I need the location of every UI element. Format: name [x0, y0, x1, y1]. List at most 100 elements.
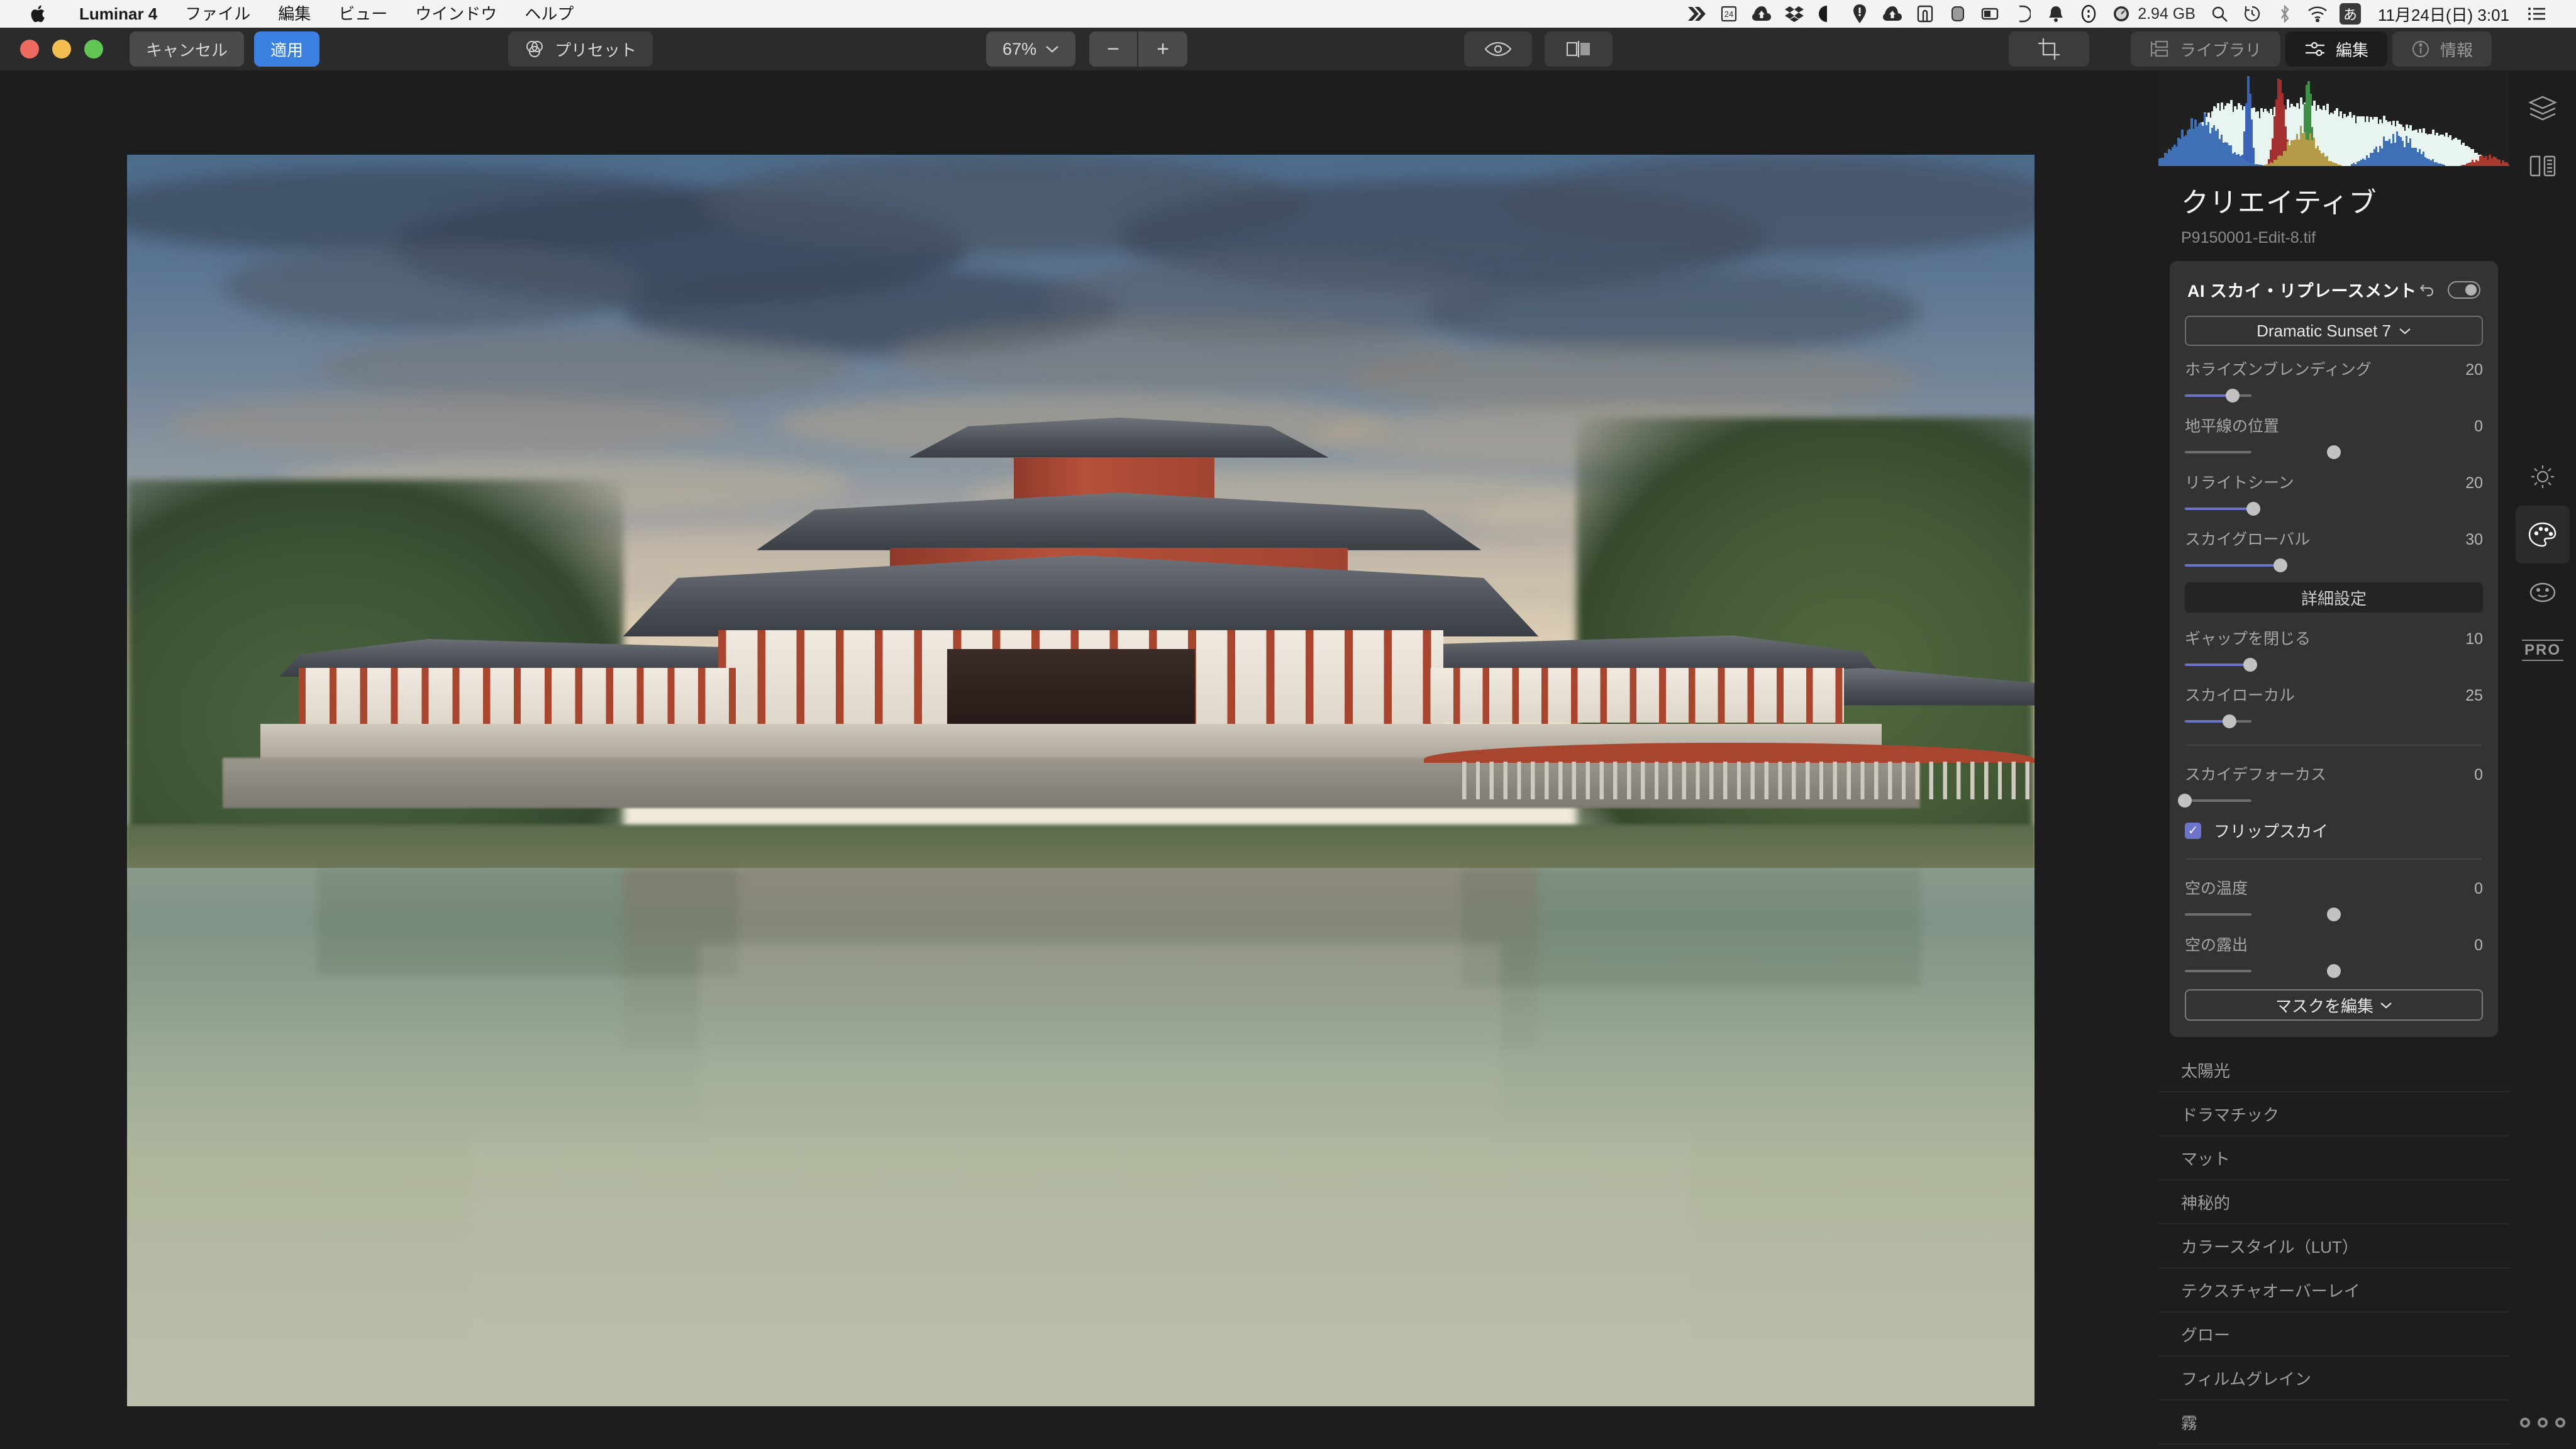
maximize-window-button[interactable]: [84, 40, 103, 58]
tab-library[interactable]: ライブラリ: [2130, 31, 2280, 67]
menu-item-view[interactable]: ビュー: [325, 0, 401, 28]
filter-item-0[interactable]: 太陽光: [2158, 1048, 2509, 1092]
slider-focus-0[interactable]: スカイデフォーカス 0: [2178, 751, 2483, 808]
pro-icon[interactable]: PRO: [2509, 621, 2576, 679]
slider-knob[interactable]: [2246, 502, 2261, 516]
slider-track[interactable]: [2185, 389, 2483, 402]
filter-item-6[interactable]: グロー: [2158, 1313, 2509, 1357]
bluetooth-icon[interactable]: [2268, 0, 2301, 28]
presets-button[interactable]: プリセット: [508, 31, 653, 67]
menu-item-window[interactable]: ウインドウ: [401, 0, 511, 28]
sky-preset-dropdown[interactable]: Dramatic Sunset 7: [2185, 316, 2483, 346]
crop-button[interactable]: [2009, 31, 2090, 67]
menu-item-file[interactable]: ファイル: [171, 0, 264, 28]
tab-info[interactable]: 情報: [2392, 31, 2492, 67]
toggle-on-icon[interactable]: [2448, 280, 2480, 299]
slider-mid-0[interactable]: ギャップを閉じる 10: [2185, 615, 2483, 672]
bell-icon[interactable]: [2040, 0, 2072, 28]
compare-split-icon[interactable]: [2509, 137, 2576, 195]
chevron-down-icon: [2380, 1001, 2392, 1009]
slider-track[interactable]: [2185, 908, 2483, 921]
menu-bar-clock[interactable]: 11月24日(日) 3:01: [2367, 3, 2521, 26]
slider-top-1[interactable]: 地平線の位置 0: [2185, 402, 2483, 459]
cloud-upload-2-icon[interactable]: [1876, 0, 1909, 28]
slider-bottom-0[interactable]: 空の温度 0: [2185, 865, 2483, 921]
moon-icon[interactable]: [2007, 0, 2040, 28]
slider-track[interactable]: [2178, 794, 2483, 808]
checkbox-checked-icon[interactable]: ✓: [2185, 822, 2201, 839]
compare-button[interactable]: [1545, 31, 1613, 67]
slider-mid-1[interactable]: スカイローカル 25: [2185, 672, 2483, 728]
zoom-out-button[interactable]: −: [1089, 31, 1139, 67]
filter-item-2[interactable]: マット: [2158, 1136, 2509, 1180]
preview-toggle-button[interactable]: [1464, 31, 1533, 67]
flip-sky-checkbox-row[interactable]: ✓ フリップスカイ: [2185, 808, 2483, 842]
control-center-icon[interactable]: [2521, 0, 2553, 28]
dropbox-icon[interactable]: [1778, 0, 1811, 28]
photo-canvas[interactable]: [0, 70, 2158, 1449]
minimize-window-button[interactable]: [52, 40, 71, 58]
slider-track[interactable]: [2185, 658, 2483, 672]
sky-sliders-top: ホライズンブレンディング 20 地平線の位置 0 リライトシーン 20 スカイグローバル 30: [2185, 346, 2483, 572]
calendar-24-icon[interactable]: 24: [1713, 0, 1745, 28]
slider-bottom-1[interactable]: 空の露出 0: [2185, 921, 2483, 978]
undo-icon[interactable]: [2418, 281, 2435, 299]
zoom-level-dropdown[interactable]: 67%: [986, 31, 1076, 67]
cloud-upload-icon[interactable]: [1745, 0, 1778, 28]
zoom-in-button[interactable]: +: [1138, 31, 1187, 67]
slider-knob[interactable]: [2327, 964, 2341, 978]
cancel-button[interactable]: キャンセル: [130, 31, 245, 67]
menu-item-app[interactable]: Luminar 4: [65, 0, 171, 28]
slider-track[interactable]: [2185, 445, 2483, 459]
slider-track[interactable]: [2185, 502, 2483, 516]
filter-item-7[interactable]: フィルムグレイン: [2158, 1357, 2509, 1401]
chevrons-right-icon[interactable]: [1680, 0, 1713, 28]
edit-mask-button[interactable]: マスクを編集: [2185, 989, 2483, 1021]
apply-button[interactable]: 適用: [254, 31, 320, 67]
battery-icon[interactable]: [1974, 0, 2007, 28]
filter-item-3[interactable]: 神秘的: [2158, 1180, 2509, 1224]
slider-top-3[interactable]: スカイグローバル 30: [2185, 516, 2483, 572]
time-machine-icon[interactable]: [2236, 0, 2268, 28]
more-options-icon[interactable]: [2509, 1418, 2576, 1428]
slider-knob[interactable]: [2327, 445, 2341, 459]
layers-icon[interactable]: [2509, 79, 2576, 137]
slider-knob[interactable]: [2223, 714, 2237, 728]
close-window-button[interactable]: [20, 40, 39, 58]
essentials-sun-icon[interactable]: [2509, 448, 2576, 506]
slider-track[interactable]: [2185, 714, 2483, 728]
slider-knob[interactable]: [2178, 794, 2192, 808]
tab-edit[interactable]: 編集: [2285, 31, 2387, 67]
slider-knob[interactable]: [2243, 658, 2258, 672]
battery-round-icon[interactable]: [1941, 0, 1974, 28]
slider-top-0[interactable]: ホライズンブレンディング 20: [2185, 346, 2483, 402]
slider-knob[interactable]: [2327, 908, 2341, 921]
filter-item-4[interactable]: カラースタイル（LUT）: [2158, 1224, 2509, 1269]
portrait-face-icon[interactable]: [2509, 564, 2576, 621]
edited-photo[interactable]: [127, 155, 2035, 1406]
creative-palette-icon[interactable]: [2516, 506, 2570, 564]
slider-knob[interactable]: [2273, 558, 2287, 572]
filter-item-8[interactable]: 霧: [2158, 1401, 2509, 1445]
slider-track[interactable]: [2185, 964, 2483, 978]
info-circle-icon[interactable]: [2072, 0, 2105, 28]
speedometer-icon[interactable]: [2105, 0, 2138, 28]
slider-header: リライトシーン 20: [2185, 470, 2483, 493]
filter-item-5[interactable]: テクスチャオーバーレイ: [2158, 1269, 2509, 1313]
slider-rail: [2185, 799, 2251, 802]
menu-item-edit[interactable]: 編集: [264, 0, 325, 28]
location-pin-icon[interactable]: [1843, 0, 1876, 28]
menu-item-help[interactable]: ヘルプ: [511, 0, 587, 28]
slider-knob[interactable]: [2225, 389, 2240, 402]
filter-item-1[interactable]: ドラマチック: [2158, 1092, 2509, 1136]
filter-item-label: テクスチャオーバーレイ: [2181, 1281, 2360, 1301]
slider-track[interactable]: [2185, 558, 2483, 572]
advanced-settings-button[interactable]: 詳細設定: [2185, 582, 2483, 613]
pacman-icon[interactable]: [1811, 0, 1843, 28]
wifi-icon[interactable]: [2301, 0, 2334, 28]
search-icon[interactable]: [2203, 0, 2236, 28]
slider-top-2[interactable]: リライトシーン 20: [2185, 459, 2483, 516]
clipboard-icon[interactable]: [1909, 0, 1941, 28]
apple-logo-icon[interactable]: [28, 0, 49, 28]
ime-indicator[interactable]: あ: [2334, 0, 2367, 28]
